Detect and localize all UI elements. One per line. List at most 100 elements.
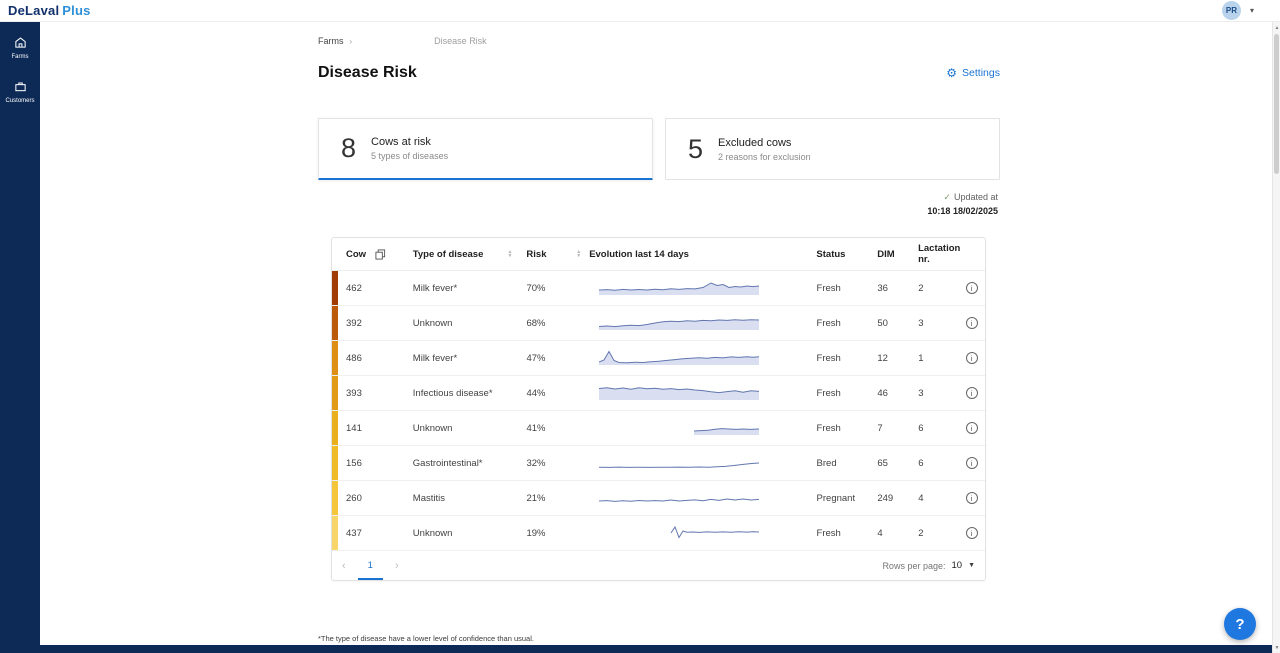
risk-value: 19% (526, 528, 545, 539)
sparkline (599, 488, 759, 508)
card-subtitle: 5 types of diseases (371, 151, 448, 161)
dim-value: 46 (877, 388, 888, 399)
risk-value: 70% (526, 283, 545, 294)
table-row[interactable]: 437 Unknown 19% Fresh 4 2 i (332, 516, 985, 551)
table-row[interactable]: 392 Unknown 68% Fresh 50 3 i (332, 306, 985, 341)
sort-icon[interactable]: ▲▼ (576, 250, 581, 258)
info-icon[interactable]: i (966, 422, 978, 434)
rows-per-page-select[interactable]: Rows per page: 10 ▼ (882, 560, 975, 571)
risk-color-bar (332, 446, 338, 480)
dim-value: 249 (877, 493, 893, 504)
gear-icon: ⚙ (946, 67, 957, 79)
page-number[interactable]: 1 (360, 560, 381, 571)
disease-type: Unknown (413, 318, 453, 329)
disease-type: Unknown (413, 423, 453, 434)
info-icon[interactable]: i (966, 352, 978, 364)
customers-icon (14, 80, 27, 95)
app-logo: DeLavalPlus (8, 3, 91, 18)
scroll-down-icon[interactable]: ▼ (1273, 645, 1280, 651)
col-dim: DIM (877, 249, 894, 260)
risk-color-bar (332, 516, 338, 550)
cow-id: 392 (346, 318, 362, 329)
lactation-value: 3 (918, 388, 923, 399)
info-icon[interactable]: i (966, 527, 978, 539)
sidebar-item-label: Farms (12, 54, 29, 60)
copy-icon[interactable] (375, 249, 386, 260)
table-body: 462 Milk fever* 70% Fresh 36 2 i 392 Unk… (332, 271, 985, 551)
rows-per-page-label: Rows per page: (882, 561, 945, 571)
chevron-down-icon[interactable]: ▾ (1250, 6, 1254, 15)
lactation-value: 3 (918, 318, 923, 329)
excluded-cows-card[interactable]: 5 Excluded cows 2 reasons for exclusion (665, 118, 1000, 180)
cow-id: 156 (346, 458, 362, 469)
next-page-icon[interactable]: › (395, 560, 399, 572)
lactation-value: 6 (918, 458, 923, 469)
updated-label: Updated at (954, 192, 998, 202)
disease-type: Gastrointestinal* (413, 458, 483, 469)
status-value: Fresh (817, 353, 841, 364)
sidebar-item-customers[interactable]: Customers (0, 80, 40, 104)
breadcrumb: Farms › Disease Risk (318, 36, 487, 46)
lactation-value: 1 (918, 353, 923, 364)
risk-color-bar (332, 411, 338, 445)
sparkline (599, 418, 759, 438)
risk-color-bar (332, 376, 338, 410)
breadcrumb-farms[interactable]: Farms (318, 36, 344, 46)
table-row[interactable]: 486 Milk fever* 47% Fresh 12 1 i (332, 341, 985, 376)
scrollbar[interactable]: ▲ ▼ (1272, 22, 1280, 653)
card-title: Excluded cows (718, 137, 811, 149)
updated-timestamp: 10:18 18/02/2025 (927, 206, 998, 216)
cows-at-risk-card[interactable]: 8 Cows at risk 5 types of diseases (318, 118, 653, 180)
prev-page-icon[interactable]: ‹ (342, 560, 346, 572)
col-lactation: Lactation nr. (918, 243, 960, 265)
sidebar-item-label: Customers (5, 98, 34, 104)
table-row[interactable]: 393 Infectious disease* 44% Fresh 46 3 i (332, 376, 985, 411)
sparkline (599, 278, 759, 298)
summary-cards: 8 Cows at risk 5 types of diseases 5 Exc… (318, 118, 1000, 180)
risk-color-bar (332, 481, 338, 515)
status-value: Fresh (817, 318, 841, 329)
table-row[interactable]: 260 Mastitis 21% Pregnant 249 4 i (332, 481, 985, 516)
logo-primary: DeLaval (8, 3, 59, 18)
cow-id: 437 (346, 528, 362, 539)
pagination: ‹ 1 › Rows per page: 10 ▼ (332, 551, 985, 580)
settings-button[interactable]: ⚙ Settings (946, 67, 1000, 79)
lactation-value: 6 (918, 423, 923, 434)
info-icon[interactable]: i (966, 492, 978, 504)
table-row[interactable]: 141 Unknown 41% Fresh 7 6 i (332, 411, 985, 446)
dim-value: 36 (877, 283, 888, 294)
sort-icon[interactable]: ▲▼ (507, 250, 512, 258)
status-value: Bred (817, 458, 837, 469)
sidebar: Farms Customers (0, 22, 40, 653)
rows-per-page-value: 10 (951, 560, 962, 571)
table-row[interactable]: 462 Milk fever* 70% Fresh 36 2 i (332, 271, 985, 306)
info-icon[interactable]: i (966, 282, 978, 294)
help-button[interactable]: ? (1224, 608, 1256, 640)
chevron-right-icon: › (350, 37, 353, 46)
info-icon[interactable]: i (966, 457, 978, 469)
updated-at: ✓Updated at 10:18 18/02/2025 (927, 192, 998, 216)
page-title: Disease Risk (318, 64, 1000, 82)
table-row[interactable]: 156 Gastrointestinal* 32% Bred 65 6 i (332, 446, 985, 481)
topbar: DeLavalPlus PR ▾ (0, 0, 1280, 22)
avatar[interactable]: PR (1222, 1, 1241, 20)
footnote: *The type of disease have a lower level … (318, 634, 534, 643)
risk-color-bar (332, 341, 338, 375)
farms-icon (14, 36, 27, 51)
lactation-value: 2 (918, 528, 923, 539)
logo-secondary: Plus (62, 3, 90, 18)
scrollbar-thumb[interactable] (1274, 34, 1279, 174)
scroll-up-icon[interactable]: ▲ (1273, 25, 1280, 31)
col-cow: Cow (346, 249, 366, 260)
excluded-cows-count: 5 (688, 134, 703, 165)
info-icon[interactable]: i (966, 387, 978, 399)
info-icon[interactable]: i (966, 317, 978, 329)
status-value: Pregnant (817, 493, 856, 504)
dim-value: 65 (877, 458, 888, 469)
risk-color-bar (332, 271, 338, 305)
dim-value: 50 (877, 318, 888, 329)
status-value: Fresh (817, 388, 841, 399)
dim-value: 12 (877, 353, 888, 364)
sidebar-item-farms[interactable]: Farms (0, 36, 40, 60)
breadcrumb-current: Disease Risk (434, 36, 487, 46)
